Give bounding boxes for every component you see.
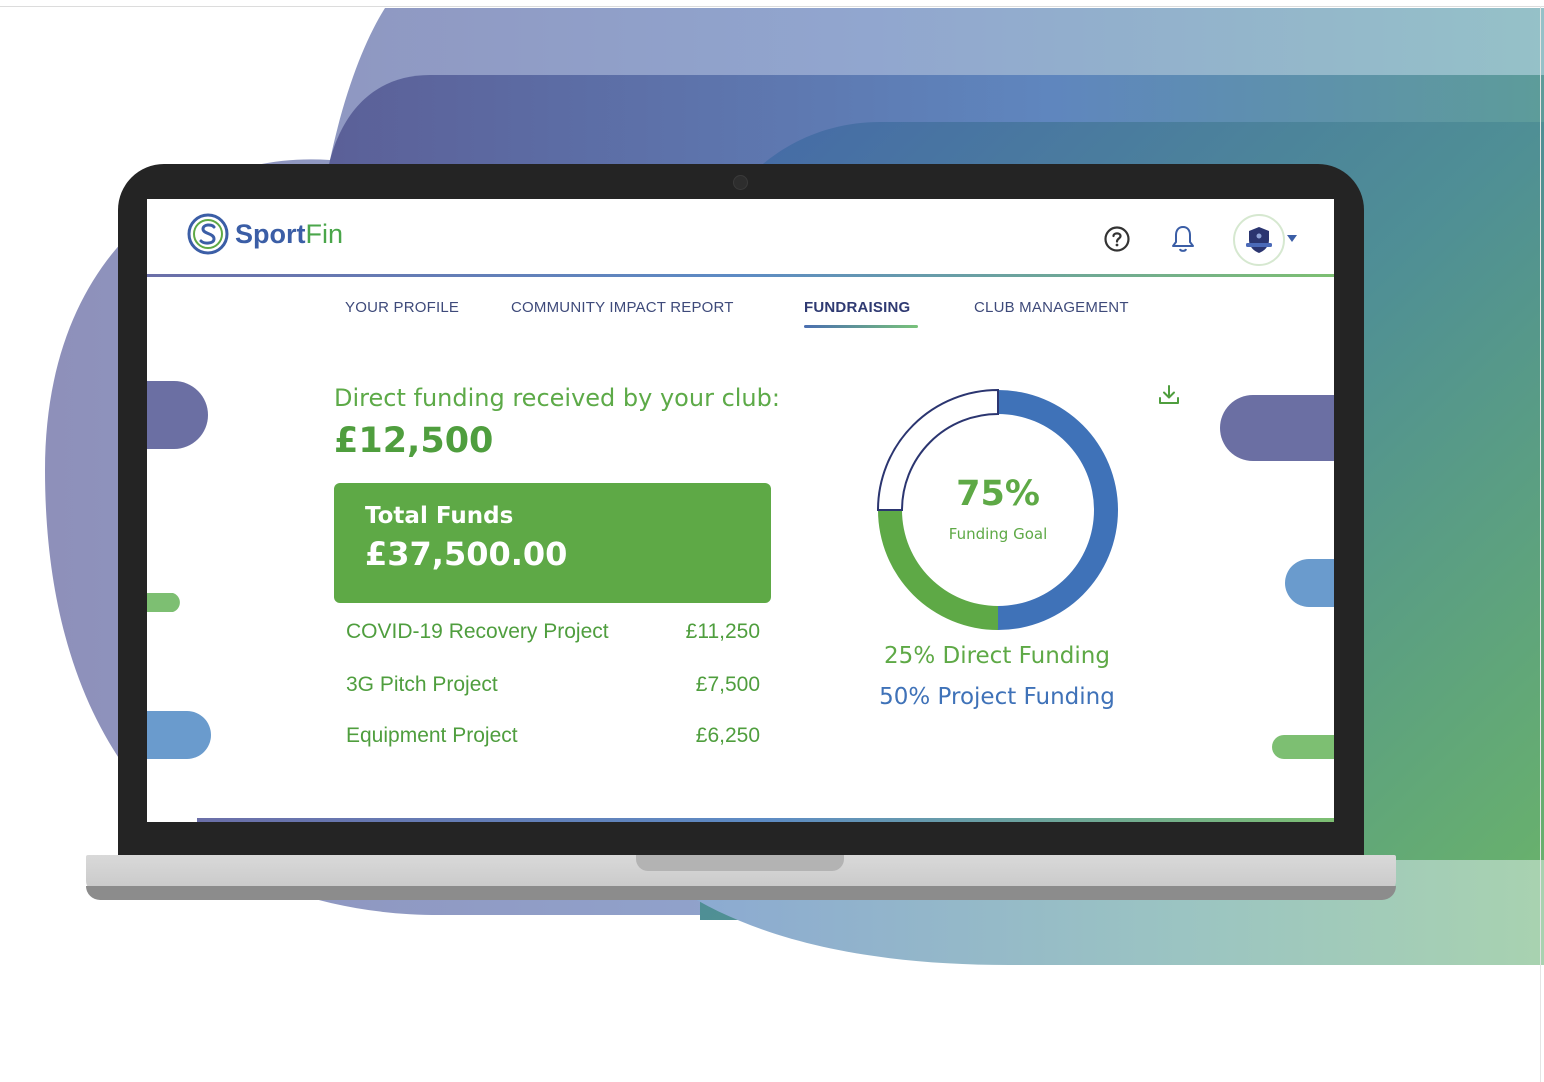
club-crest-icon — [1246, 227, 1272, 253]
project-amount: £11,250 — [685, 620, 760, 643]
decor-pill — [1220, 395, 1334, 461]
project-amount: £7,500 — [695, 673, 760, 696]
direct-funding-amount: £12,500 — [334, 421, 494, 461]
project-name: 3G Pitch Project — [346, 673, 498, 696]
decor-pill — [147, 593, 180, 612]
chevron-down-icon[interactable] — [1285, 232, 1299, 246]
help-icon[interactable] — [1102, 224, 1132, 254]
tab-fundraising[interactable]: FUNDRAISING — [804, 299, 910, 316]
total-funds-amount: £37,500.00 — [365, 535, 568, 573]
project-row: COVID-19 Recovery Project £11,250 — [346, 620, 760, 644]
sportfin-logo[interactable]: SportFin — [187, 213, 343, 255]
direct-funding-label: Direct funding received by your club: — [334, 384, 780, 412]
logo-text-fin: Fin — [305, 218, 344, 249]
laptop-screen: SportFin YOUR PROFILE COMMUNITY IMPACT R… — [147, 199, 1334, 822]
decor-pill — [147, 381, 208, 449]
decor-pill — [1285, 559, 1334, 607]
project-name: COVID-19 Recovery Project — [346, 620, 609, 643]
tab-club-management[interactable]: CLUB MANAGEMENT — [974, 299, 1129, 316]
funding-goal-label: Funding Goal — [948, 525, 1048, 543]
bell-icon[interactable] — [1167, 223, 1199, 255]
funding-goal-percent: 75% — [956, 474, 1040, 514]
footer-rule — [197, 818, 1334, 822]
project-name: Equipment Project — [346, 724, 518, 747]
club-crest-avatar[interactable] — [1233, 214, 1285, 266]
logo-text-sport: Sport — [235, 218, 306, 249]
download-icon[interactable] — [1155, 381, 1183, 409]
total-funds-card: Total Funds £37,500.00 — [334, 483, 771, 603]
right-border — [1540, 6, 1541, 1082]
decor-pill — [1272, 735, 1334, 759]
laptop-camera — [733, 175, 748, 190]
tab-your-profile[interactable]: YOUR PROFILE — [345, 299, 459, 316]
total-funds-label: Total Funds — [365, 503, 514, 529]
project-row: 3G Pitch Project £7,500 — [346, 673, 760, 697]
active-tab-indicator — [804, 325, 918, 328]
project-funding-legend: 50% Project Funding — [879, 684, 1115, 710]
logo-mark-icon — [187, 213, 229, 255]
laptop-base-edge — [86, 886, 1396, 900]
decor-pill — [147, 711, 211, 759]
hero-canvas: SportFin YOUR PROFILE COMMUNITY IMPACT R… — [0, 0, 1544, 1082]
direct-funding-legend: 25% Direct Funding — [884, 643, 1110, 669]
project-amount: £6,250 — [695, 724, 760, 747]
header-divider — [147, 274, 1334, 277]
tab-community-impact-report[interactable]: COMMUNITY IMPACT REPORT — [511, 299, 734, 316]
laptop-notch — [636, 855, 844, 871]
project-row: Equipment Project £6,250 — [346, 724, 760, 748]
